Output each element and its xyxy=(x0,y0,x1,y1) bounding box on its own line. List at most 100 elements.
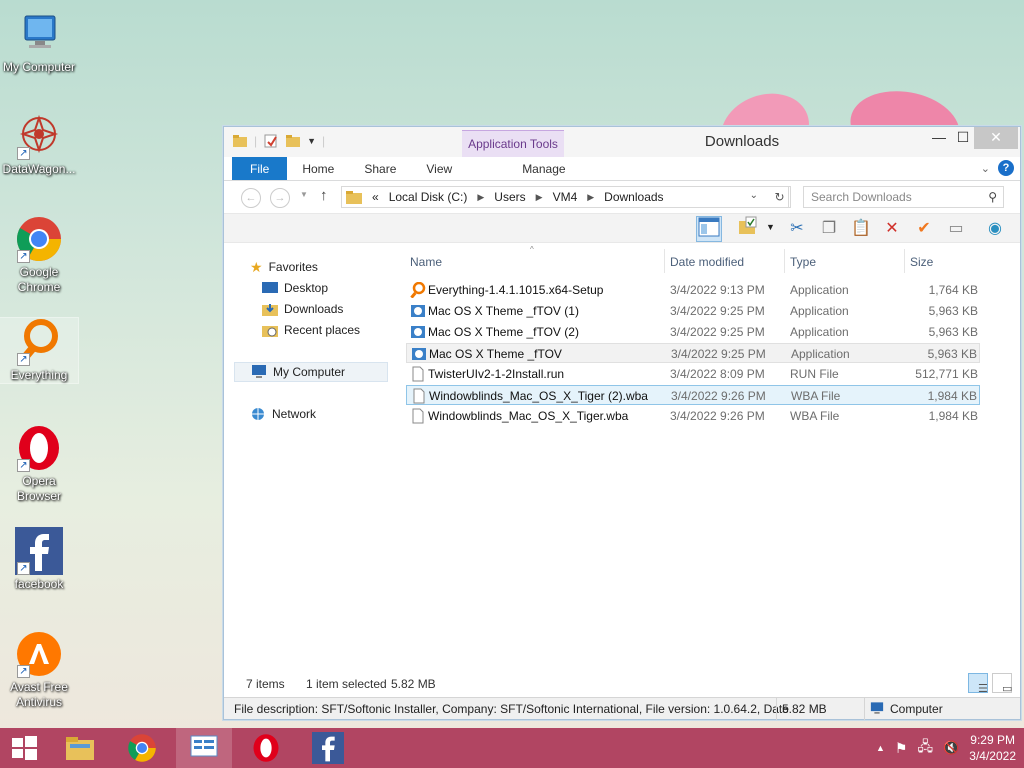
rename-button[interactable]: ▭ xyxy=(943,216,969,242)
nav-my-computer[interactable]: My Computer xyxy=(234,362,388,382)
close-button[interactable]: ✕ xyxy=(974,127,1018,149)
file-row[interactable]: Mac OS X Theme _fTOV 3/4/2022 9:25 PM Ap… xyxy=(406,343,980,363)
selection-count: 1 item selected xyxy=(306,677,387,691)
column-header-size[interactable]: Size xyxy=(910,255,933,269)
paste-button[interactable]: 📋 xyxy=(848,216,874,242)
shortcut-arrow-icon: ↗ xyxy=(17,353,30,366)
nav-downloads[interactable]: Downloads xyxy=(262,299,343,319)
breadcrumb-users[interactable]: Users xyxy=(494,190,525,204)
start-button[interactable] xyxy=(0,728,48,768)
column-divider[interactable] xyxy=(784,249,785,273)
clock[interactable]: 9:29 PM 3/4/2022 xyxy=(969,732,1016,764)
options-button[interactable]: ◉ xyxy=(982,216,1008,242)
nav-label: Desktop xyxy=(284,281,329,295)
desktop-icon-label: Avast Free Antivirus xyxy=(10,680,68,709)
cut-button[interactable]: ✂ xyxy=(784,216,810,242)
file-type: RUN File xyxy=(790,367,839,381)
taskbar-facebook[interactable] xyxy=(300,728,356,768)
desktop-icon-facebook[interactable]: ↗ facebook xyxy=(0,527,78,592)
desktop-icon-avast[interactable]: ↗ Avast Free Antivirus xyxy=(0,630,78,710)
breadcrumb-downloads[interactable]: Downloads xyxy=(604,190,663,204)
file-size: 1,764 KB xyxy=(928,283,978,297)
chevron-right-icon[interactable]: ▶ xyxy=(536,192,543,203)
breadcrumb-local-disk[interactable]: Local Disk (C:) xyxy=(389,190,468,204)
expand-ribbon-icon[interactable]: ⌄ xyxy=(981,162,990,175)
recent-places-icon xyxy=(262,326,278,337)
column-header-type[interactable]: Type xyxy=(790,255,816,269)
file-row[interactable]: Mac OS X Theme _fTOV (1) 3/4/2022 9:25 P… xyxy=(406,301,980,321)
status-bar: 7 items 1 item selected 5.82 MB ☰ ▭ xyxy=(224,671,1020,695)
file-date: 3/4/2022 9:26 PM xyxy=(671,389,766,403)
volume-muted-icon[interactable]: 🔇 xyxy=(943,740,959,756)
search-icon: ⚲ xyxy=(988,190,997,204)
file-name: Windowblinds_Mac_OS_X_Tiger.wba xyxy=(428,409,629,423)
tab-share[interactable]: Share xyxy=(349,157,411,180)
nav-desktop[interactable]: Desktop xyxy=(262,278,328,298)
help-icon[interactable]: ? xyxy=(998,160,1014,176)
network-icon xyxy=(252,408,264,420)
large-icons-view-button[interactable]: ▭ xyxy=(992,673,1012,695)
copy-button[interactable]: ❐ xyxy=(816,216,842,242)
opera-icon: ↗ xyxy=(15,424,63,472)
network-status-icon[interactable]: 🖧 xyxy=(917,736,933,760)
tab-manage[interactable]: Manage xyxy=(507,157,580,180)
action-center-flag-icon[interactable]: ⚑ xyxy=(895,740,908,757)
file-date: 3/4/2022 9:13 PM xyxy=(670,283,765,297)
desktop-icon-datawagon[interactable]: ↗ DataWagon... xyxy=(0,112,78,177)
select-all-button[interactable] xyxy=(736,216,762,242)
desktop-icon-my-computer[interactable]: My Computer xyxy=(0,10,78,75)
file-type: Application xyxy=(791,347,850,361)
recent-locations-icon[interactable]: ▼ xyxy=(300,190,308,199)
file-row[interactable]: Mac OS X Theme _fTOV (2) 3/4/2022 9:25 P… xyxy=(406,322,980,342)
back-button[interactable]: ← xyxy=(241,188,261,208)
column-header-name[interactable]: Name xyxy=(410,255,442,269)
address-bar[interactable]: « Local Disk (C:) ▶ Users ▶ VM4 ▶ Downlo… xyxy=(341,186,789,208)
nav-favorites[interactable]: ★ Favorites xyxy=(250,257,318,277)
search-input[interactable]: Search Downloads ⚲ xyxy=(803,186,1004,208)
nav-network[interactable]: Network xyxy=(250,404,316,424)
chevron-right-icon[interactable]: ▶ xyxy=(587,192,594,203)
forward-button[interactable]: → xyxy=(270,188,290,208)
shortcut-arrow-icon: ↗ xyxy=(17,250,30,263)
nav-label: Network xyxy=(272,407,317,421)
details-view-button[interactable]: ☰ xyxy=(968,673,988,695)
file-row[interactable]: TwisterUIv2-1-2Install.run 3/4/2022 8:09… xyxy=(406,364,980,384)
control-panel-icon xyxy=(190,735,218,757)
rename-icon: ▭ xyxy=(948,220,964,237)
file-row[interactable]: Everything-1.4.1.1015.x64-Setup 3/4/2022… xyxy=(406,280,980,300)
chevron-right-icon[interactable]: ▶ xyxy=(477,192,484,203)
taskbar-chrome[interactable] xyxy=(114,728,170,768)
desktop-icon-opera[interactable]: ↗ Opera Browser xyxy=(0,424,78,504)
file-type: Application xyxy=(790,304,849,318)
file-type: Application xyxy=(790,283,849,297)
file-row-selected[interactable]: Windowblinds_Mac_OS_X_Tiger (2).wba 3/4/… xyxy=(406,385,980,405)
nav-recent-places[interactable]: Recent places xyxy=(262,320,360,340)
desktop-icon-google-chrome[interactable]: ↗ Google Chrome xyxy=(0,215,78,295)
taskbar-control-panel[interactable] xyxy=(176,728,232,768)
up-arrow-icon[interactable]: ↑ xyxy=(320,187,328,204)
chevron-down-icon[interactable]: ▼ xyxy=(766,222,775,232)
tab-home[interactable]: Home xyxy=(287,157,349,180)
tab-file[interactable]: File xyxy=(232,157,288,180)
title-bar[interactable]: | ▼ | Application Tools Downloads — ☐ ✕ xyxy=(224,127,1020,157)
properties-button[interactable]: ✔ xyxy=(911,216,937,242)
file-row[interactable]: Windowblinds_Mac_OS_X_Tiger.wba 3/4/2022… xyxy=(406,406,980,426)
refresh-button[interactable]: ↻ xyxy=(769,186,791,208)
column-divider[interactable] xyxy=(904,249,905,273)
desktop-icon-everything[interactable]: ↗ Everything xyxy=(0,317,79,384)
taskbar-opera[interactable] xyxy=(238,728,294,768)
preview-pane-button[interactable] xyxy=(696,216,722,242)
breadcrumb-vm4[interactable]: VM4 xyxy=(553,190,578,204)
show-hidden-icons-icon[interactable]: ▲ xyxy=(876,743,885,753)
file-name: TwisterUIv2-1-2Install.run xyxy=(428,367,565,381)
taskbar-file-explorer[interactable] xyxy=(52,728,108,768)
column-divider[interactable] xyxy=(664,249,665,273)
address-dropdown-icon[interactable]: ⌄ xyxy=(750,190,758,201)
breadcrumb-prefix[interactable]: « xyxy=(372,190,379,204)
minimize-button[interactable]: — xyxy=(926,127,952,149)
delete-button[interactable]: ✕ xyxy=(879,216,905,242)
tab-view[interactable]: View xyxy=(411,157,467,180)
file-icon xyxy=(412,408,424,424)
column-header-date[interactable]: Date modified xyxy=(670,255,744,269)
maximize-button[interactable]: ☐ xyxy=(950,127,976,149)
